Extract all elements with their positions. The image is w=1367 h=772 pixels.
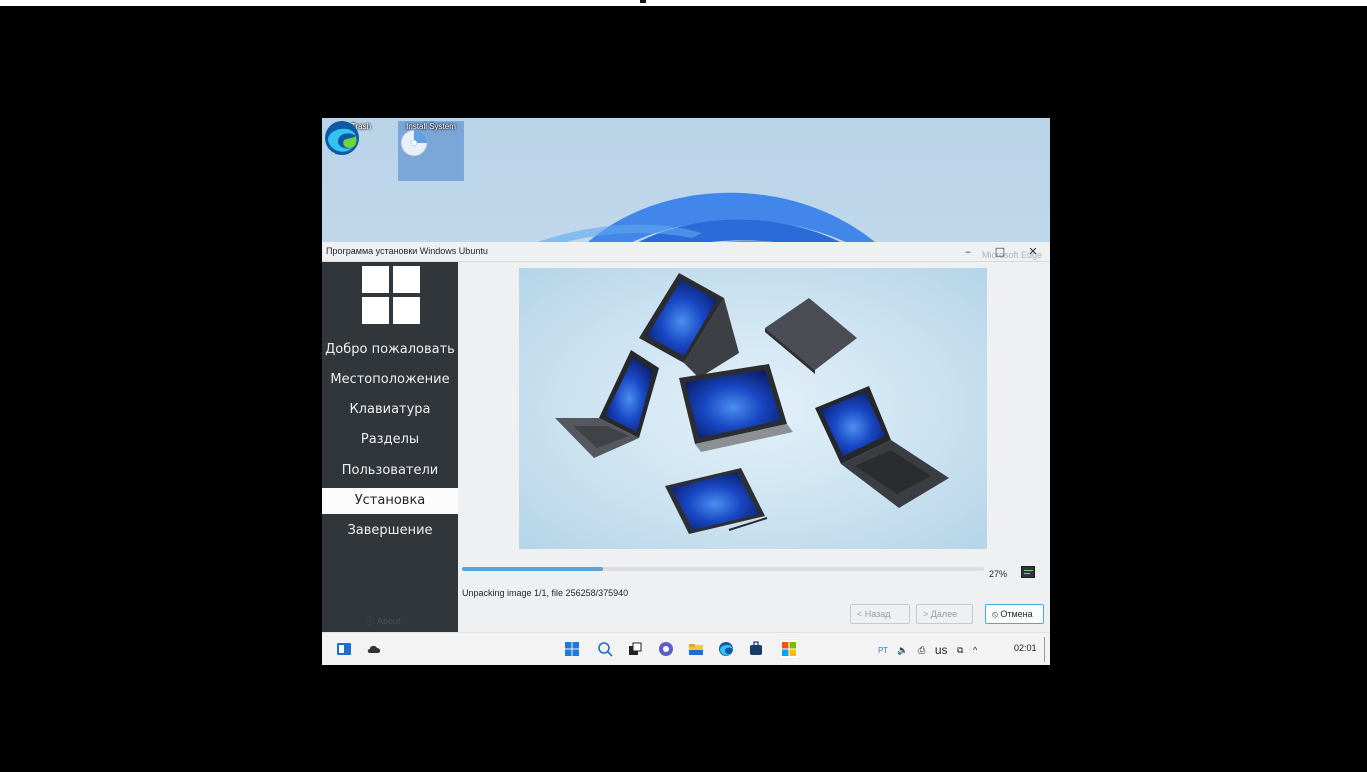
file-explorer-icon[interactable] [688,641,704,657]
step-location: Местоположение [330,372,450,387]
window-title: Программа установки Windows Ubuntu [326,246,488,256]
installer-window: Программа установки Windows Ubuntu Micro… [322,242,1050,632]
language-indicator[interactable]: РТ [878,646,888,655]
start-icon[interactable] [564,641,580,657]
progress-fill [462,567,603,571]
edge-taskbar-icon[interactable] [718,641,734,657]
step-finish: Завершение [347,523,433,538]
step-welcome: Добро пожаловать [325,342,455,357]
edge-icon[interactable] [322,118,362,158]
slideshow-image [519,268,987,549]
desktop-icon-install-system[interactable]: Install System [398,121,464,181]
system-tray: РТ 🔈 ⎙ us ⧉ ^ [878,643,984,657]
clock[interactable]: 02:01 [1014,643,1037,653]
progress-percent: 27% [989,569,1008,579]
back-button[interactable]: < Назад [850,604,910,624]
taskbar: РТ 🔈 ⎙ us ⧉ ^ 02:01 [322,632,1050,665]
minimize-button[interactable]: – [960,244,976,260]
window-titlebar[interactable]: Программа установки Windows Ubuntu Micro… [322,242,1050,262]
windows-app-icon[interactable] [779,639,799,659]
close-button[interactable]: ✕ [1025,244,1041,260]
progress-bar [462,567,984,571]
installer-sidebar: Добро пожаловать Местоположение Клавиату… [322,262,458,632]
chat-icon[interactable] [658,641,674,657]
widgets-icon[interactable] [336,641,352,657]
about-button[interactable]: ⓘ About [366,614,401,627]
clipboard-icon[interactable]: ⎙ [918,645,925,656]
top-white-strip [0,0,1367,6]
step-install: Установка [322,488,458,514]
status-text: Unpacking image 1/1, file 256258/375940 [462,588,629,598]
disc-icon [400,129,428,157]
step-partitions: Разделы [360,432,420,447]
task-view-icon[interactable] [627,641,643,657]
next-button[interactable]: > Далее [916,604,973,624]
tray-expand-icon[interactable]: ^ [973,645,977,655]
search-icon[interactable] [597,641,613,657]
keyboard-layout[interactable]: us [935,643,948,657]
network-icon[interactable]: ⧉ [957,645,963,656]
taskbar-separator [1044,637,1045,662]
store-icon[interactable] [748,641,764,657]
terminal-log-icon[interactable] [1021,566,1035,578]
cancel-button[interactable]: ⦸ Отмена [985,604,1044,624]
vm-screen: Trash Install System Программа установки… [322,118,1050,665]
step-users: Пользователи [341,463,439,478]
maximize-button[interactable]: □ [992,244,1008,260]
windows-logo-icon [362,266,420,324]
step-keyboard: Клавиатура [349,402,431,417]
speaker-icon[interactable]: 🔈 [897,645,908,656]
cloud-icon[interactable] [366,641,382,657]
